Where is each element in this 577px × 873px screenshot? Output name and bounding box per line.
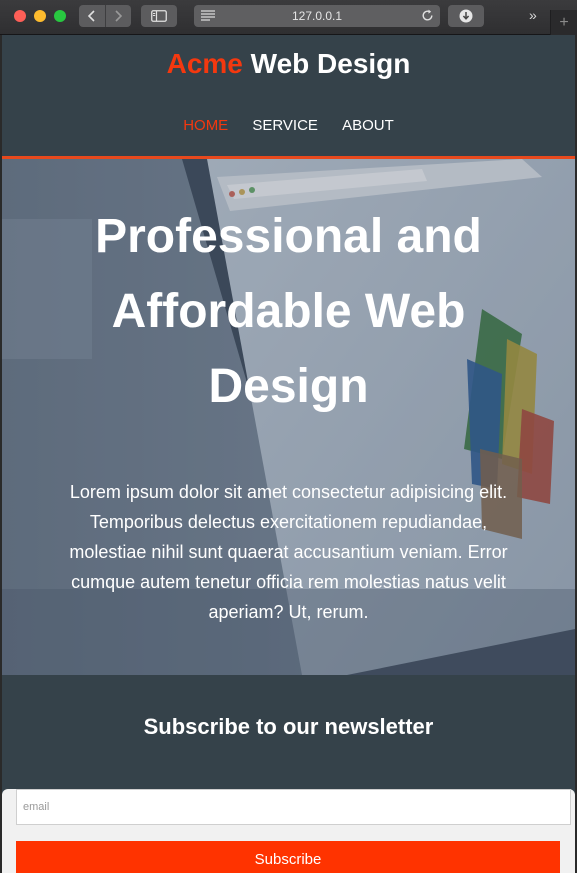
- address-bar[interactable]: 127.0.0.1: [194, 5, 440, 27]
- webpage: Acme Web Design HOME SERVICE ABOUT Profe…: [0, 35, 577, 873]
- email-field[interactable]: [16, 789, 571, 825]
- chevron-right-icon: [115, 10, 123, 22]
- brand-highlight: Acme: [166, 48, 243, 79]
- hero-showcase: Professional and Affordable Web Design L…: [2, 159, 575, 675]
- zoom-window-button[interactable]: [54, 10, 66, 22]
- newsletter-heading: Subscribe to our newsletter: [143, 714, 434, 739]
- browser-toolbar: 127.0.0.1 » +: [0, 0, 577, 35]
- reader-icon[interactable]: [201, 10, 215, 21]
- nav-item-service[interactable]: SERVICE: [252, 116, 318, 136]
- site-header: Acme Web Design HOME SERVICE ABOUT: [2, 35, 575, 159]
- sidebar-icon: [151, 10, 167, 22]
- history-navigation: [79, 5, 131, 27]
- hero-title: Professional and Affordable Web Design: [95, 210, 482, 413]
- newsletter-section: Subscribe to our newsletter Subscribe: [2, 675, 575, 873]
- new-tab-button[interactable]: +: [550, 10, 577, 35]
- back-button[interactable]: [79, 5, 105, 27]
- close-window-button[interactable]: [14, 10, 26, 22]
- minimize-window-button[interactable]: [34, 10, 46, 22]
- chevron-left-icon: [87, 10, 95, 22]
- plus-icon: +: [559, 13, 569, 31]
- sidebar-toggle-button[interactable]: [141, 5, 177, 27]
- nav-item-home[interactable]: HOME: [183, 116, 228, 136]
- downloads-button[interactable]: [448, 5, 484, 27]
- newsletter-form: Subscribe: [2, 789, 575, 873]
- url-text: 127.0.0.1: [291, 9, 343, 23]
- nav-item-about[interactable]: ABOUT: [342, 116, 394, 136]
- brand-rest: Web Design: [242, 48, 411, 79]
- hero-description: Lorem ipsum dolor sit amet consectetur a…: [69, 482, 508, 622]
- subscribe-button[interactable]: Subscribe: [16, 841, 560, 873]
- site-brand[interactable]: Acme Web Design: [2, 47, 575, 81]
- forward-button[interactable]: [104, 5, 132, 27]
- reload-icon[interactable]: [421, 9, 434, 22]
- double-chevron-icon[interactable]: »: [529, 7, 537, 23]
- main-nav: HOME SERVICE ABOUT: [2, 116, 575, 136]
- download-icon: [459, 9, 473, 23]
